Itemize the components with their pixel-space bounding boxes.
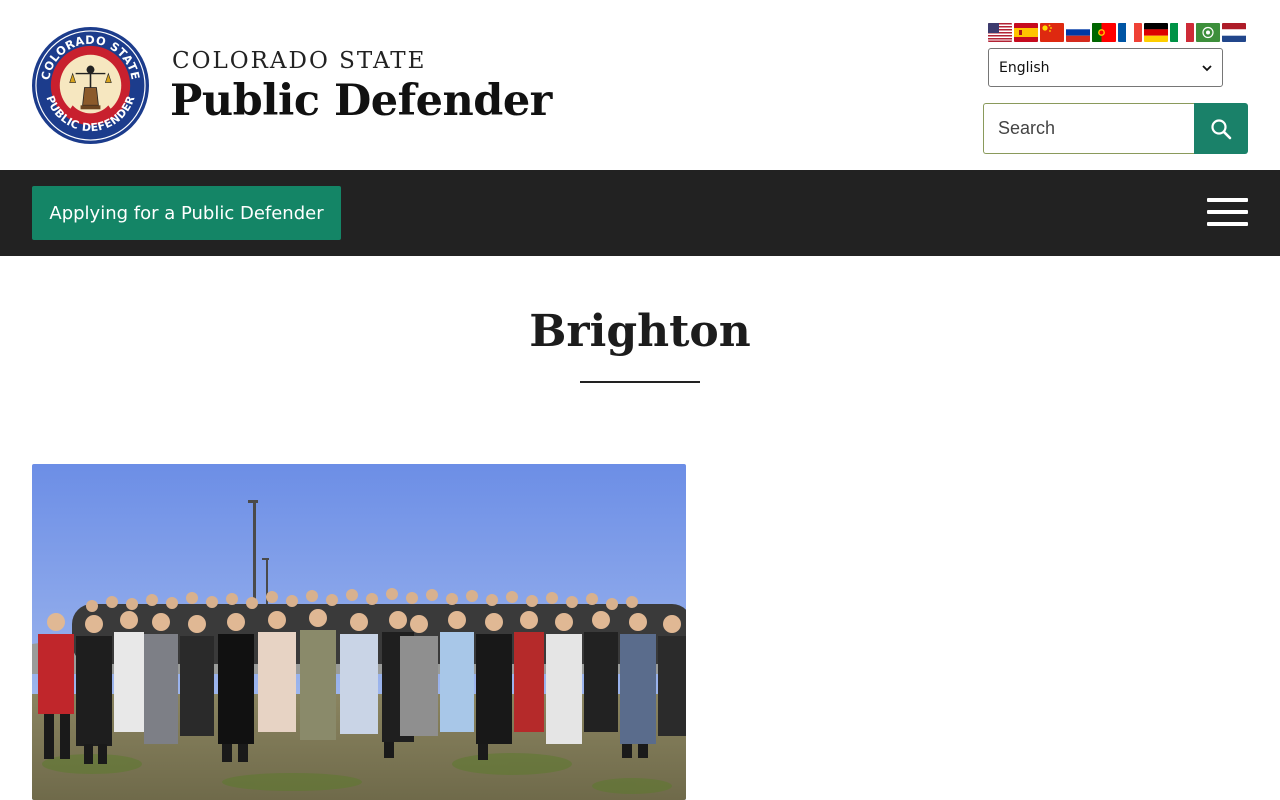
apply-public-defender-button[interactable]: Applying for a Public Defender — [32, 186, 341, 240]
flag-cn-icon[interactable] — [1040, 23, 1064, 42]
flag-nl-icon[interactable] — [1222, 23, 1246, 42]
flag-us-icon[interactable] — [988, 23, 1012, 42]
flag-es-icon[interactable] — [1014, 23, 1038, 42]
search-button[interactable] — [1194, 103, 1248, 154]
brand-name-top[interactable]: COLORADO STATE — [172, 48, 426, 74]
title-divider — [580, 381, 700, 383]
flag-pt-icon[interactable] — [1092, 23, 1116, 42]
chevron-down-icon — [1202, 64, 1212, 71]
search-input[interactable] — [983, 103, 1194, 154]
brand-name-main[interactable]: Public Defender — [170, 76, 552, 126]
language-select[interactable]: English — [988, 48, 1223, 87]
site-header: COLORADO STATE PUBLIC DEFENDER COLORADO … — [0, 0, 1280, 170]
site-logo[interactable]: COLORADO STATE PUBLIC DEFENDER — [31, 26, 150, 145]
flag-it-icon[interactable] — [1170, 23, 1194, 42]
flag-ar-icon[interactable] — [1196, 23, 1220, 42]
main-navbar: Applying for a Public Defender — [0, 170, 1280, 256]
language-flags — [988, 23, 1246, 42]
flag-fr-icon[interactable] — [1118, 23, 1142, 42]
hamburger-menu-icon[interactable] — [1207, 198, 1248, 228]
flag-de-icon[interactable] — [1144, 23, 1168, 42]
flag-ru-icon[interactable] — [1066, 23, 1090, 42]
search-form — [983, 103, 1248, 154]
search-icon — [1211, 118, 1232, 139]
language-select-value: English — [999, 59, 1050, 76]
group-photo — [32, 464, 686, 800]
page-title: Brighton — [529, 306, 751, 357]
